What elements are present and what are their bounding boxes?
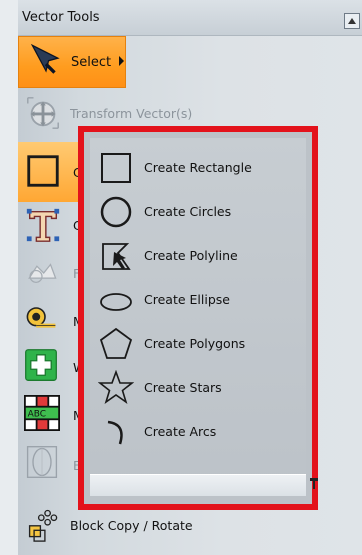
- create-circles-item[interactable]: Create Circles: [90, 190, 306, 234]
- svg-text:ABC: ABC: [28, 410, 46, 420]
- text-grid-tool-button[interactable]: ABC M: [18, 388, 84, 438]
- flyout-menu: Create Rectangle Create Circles Create P…: [90, 138, 318, 496]
- create-stars-item[interactable]: Create Stars: [90, 366, 306, 410]
- circle-icon: [100, 196, 132, 228]
- create-polygons-item[interactable]: Create Polygons: [90, 322, 306, 366]
- polygon-icon: [99, 327, 133, 359]
- submenu-arrow-icon: [119, 56, 124, 66]
- block-copy-rotate-label: Block Copy / Rotate: [70, 518, 193, 533]
- create-arcs-label: Create Arcs: [144, 424, 217, 439]
- block-copy-icon: [28, 509, 58, 542]
- create-arcs-item[interactable]: Create Arcs: [90, 410, 306, 454]
- rectangle-tool-icon: [27, 155, 59, 187]
- arc-icon: [107, 420, 123, 445]
- create-ellipse-label: Create Ellipse: [144, 292, 230, 307]
- transform-move-icon: [27, 97, 59, 129]
- collapse-icon[interactable]: [344, 13, 360, 29]
- create-rectangle-item[interactable]: Create Rectangle: [90, 146, 306, 190]
- create-shapes-flyout: Create Rectangle Create Circles Create P…: [78, 126, 318, 510]
- text-tool-icon: [26, 208, 60, 242]
- create-circles-label: Create Circles: [144, 204, 232, 219]
- panel-title: Vector Tools: [22, 10, 100, 25]
- create-polyline-item[interactable]: Create Polyline: [90, 234, 306, 278]
- select-tool-label: Select: [71, 55, 112, 70]
- transform-vectors-label: Transform Vector(s): [70, 106, 193, 121]
- create-polygons-label: Create Polygons: [144, 336, 246, 351]
- green-plus-icon: [25, 349, 57, 381]
- flyout-pin-bar[interactable]: [90, 474, 318, 496]
- ellipse-icon: [100, 293, 132, 311]
- oval-frame-icon: [26, 446, 58, 478]
- create-stars-label: Create Stars: [144, 380, 222, 395]
- erase-tool-button[interactable]: E: [18, 438, 81, 488]
- weld-tool-button[interactable]: W: [18, 342, 85, 388]
- create-rectangle-label: Create Rectangle: [144, 160, 252, 175]
- polyline-icon: [102, 243, 131, 270]
- select-tool-button[interactable]: Select: [18, 36, 126, 88]
- tape-measure-icon: [26, 307, 56, 328]
- faded-tool-button[interactable]: F: [18, 250, 80, 296]
- rectangle-icon: [101, 153, 131, 183]
- measure-tool-button[interactable]: M: [18, 296, 84, 342]
- panel-header: Vector Tools: [18, 0, 362, 36]
- create-ellipse-item[interactable]: Create Ellipse: [90, 278, 306, 322]
- create-polyline-label: Create Polyline: [144, 248, 238, 263]
- pointer-arrow-icon: [30, 43, 60, 74]
- abc-grid-icon: ABC: [24, 395, 60, 431]
- star-icon: [98, 370, 134, 404]
- faded-shapes-icon: [28, 263, 57, 283]
- create-shape-tool-button[interactable]: C: [18, 142, 82, 202]
- create-text-tool-button[interactable]: C: [18, 202, 82, 250]
